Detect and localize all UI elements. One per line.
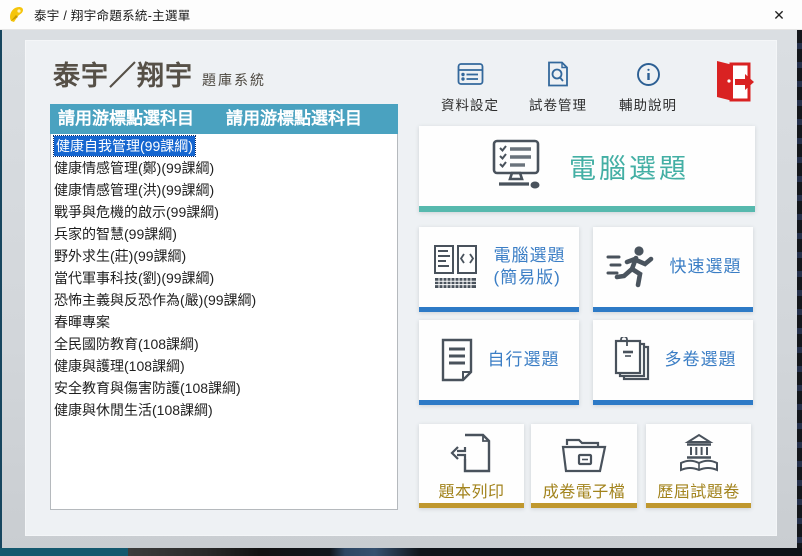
- window-right-edge: [797, 30, 802, 556]
- button-label: 歷屆試題卷: [657, 478, 740, 502]
- toolbar-item-help[interactable]: 輔助說明: [602, 60, 694, 114]
- logo-main-text: 泰宇／翔宇: [53, 61, 193, 91]
- computer-checklist-icon: [485, 139, 547, 193]
- list-item[interactable]: 全民國防教育(108課綱): [51, 333, 397, 355]
- runner-icon: [605, 245, 657, 289]
- list-item[interactable]: 恐怖主義與反恐作為(嚴)(99課綱): [51, 289, 397, 311]
- list-item[interactable]: 健康情感管理(洪)(99課綱): [51, 179, 397, 201]
- exit-button[interactable]: [712, 58, 756, 106]
- app-icon: [8, 5, 25, 24]
- button-label: 快速選題: [670, 256, 742, 278]
- exit-door-icon: [713, 59, 755, 105]
- list-item[interactable]: 戰爭與危機的啟示(99課綱): [51, 201, 397, 223]
- window-title: 泰宇 / 翔宇命題系統-主選單: [34, 5, 191, 24]
- exam-efile-button[interactable]: 成卷電子檔: [531, 424, 637, 508]
- button-label: 題本列印: [438, 478, 504, 502]
- window-left-border: [0, 30, 2, 548]
- button-label: 自行選題: [488, 349, 560, 371]
- list-item[interactable]: 健康情感管理(鄭)(99課綱): [51, 157, 397, 179]
- list-item[interactable]: 當代軍事科技(劉)(99課綱): [51, 267, 397, 289]
- list-header-right: 請用游標點選科目: [226, 109, 362, 128]
- past-exams-button[interactable]: 歷屆試題卷: [646, 424, 751, 508]
- folder-archive-icon: [559, 433, 609, 473]
- content-panel: 泰宇／翔宇題庫系統 請用游標點選科目請用游標點選科目 健康自我管理(99課綱)健…: [25, 40, 777, 536]
- help-icon: [602, 60, 694, 88]
- keyboard-code-icon: [433, 244, 481, 290]
- quick-select-button[interactable]: 快速選題: [593, 227, 753, 312]
- subject-list[interactable]: 健康自我管理(99課綱)健康情感管理(鄭)(99課綱)健康情感管理(洪)(99課…: [50, 134, 398, 510]
- logo-sub-text: 題庫系統: [202, 72, 266, 88]
- list-item[interactable]: 兵家的智慧(99課綱): [51, 223, 397, 245]
- print-export-icon: [449, 433, 495, 473]
- list-item[interactable]: 健康與休閒生活(108課綱): [51, 399, 397, 421]
- list-item[interactable]: 春暉專案: [51, 311, 397, 333]
- app-logo: 泰宇／翔宇題庫系統: [53, 54, 266, 93]
- exam-management-icon: [512, 60, 604, 88]
- list-item[interactable]: 健康自我管理(99課綱): [51, 135, 397, 157]
- main-window: 泰宇 / 翔宇命題系統-主選單 ✕ 泰宇／翔宇題庫系統 請用游標點選科目請用游標…: [0, 0, 802, 556]
- close-icon[interactable]: ✕: [762, 0, 796, 30]
- document-lines-icon: [439, 338, 475, 382]
- print-booklet-button[interactable]: 題本列印: [419, 424, 524, 508]
- toolbar-item-exam-management[interactable]: 試卷管理: [512, 60, 604, 114]
- taskbar-sliver: [0, 548, 802, 556]
- button-label: 多卷選題: [665, 349, 737, 371]
- toolbar-item-data-settings[interactable]: 資料設定: [424, 60, 516, 114]
- button-label: 電腦選題(簡易版): [494, 245, 566, 289]
- button-label: 電腦選題: [569, 147, 689, 186]
- bank-book-icon: [676, 433, 722, 473]
- self-select-button[interactable]: 自行選題: [419, 320, 579, 405]
- toolbar-label: 資料設定: [424, 94, 516, 114]
- multi-paper-select-button[interactable]: 多卷選題: [593, 320, 753, 405]
- stacked-papers-icon: [610, 337, 652, 383]
- list-header-left: 請用游標點選科目: [58, 109, 194, 128]
- computer-select-easy-button[interactable]: 電腦選題(簡易版): [419, 227, 579, 312]
- data-settings-icon: [424, 60, 516, 88]
- subject-list-header: 請用游標點選科目 請用游標點選科目: [50, 104, 398, 134]
- toolbar-label: 試卷管理: [512, 94, 604, 114]
- button-label: 成卷電子檔: [543, 478, 626, 502]
- toolbar-label: 輔助說明: [602, 94, 694, 114]
- title-bar: 泰宇 / 翔宇命題系統-主選單 ✕: [0, 0, 802, 30]
- list-item[interactable]: 安全教育與傷害防護(108課綱): [51, 377, 397, 399]
- list-item[interactable]: 野外求生(莊)(99課綱): [51, 245, 397, 267]
- computer-select-button[interactable]: 電腦選題: [419, 126, 755, 212]
- list-item[interactable]: 健康與護理(108課綱): [51, 355, 397, 377]
